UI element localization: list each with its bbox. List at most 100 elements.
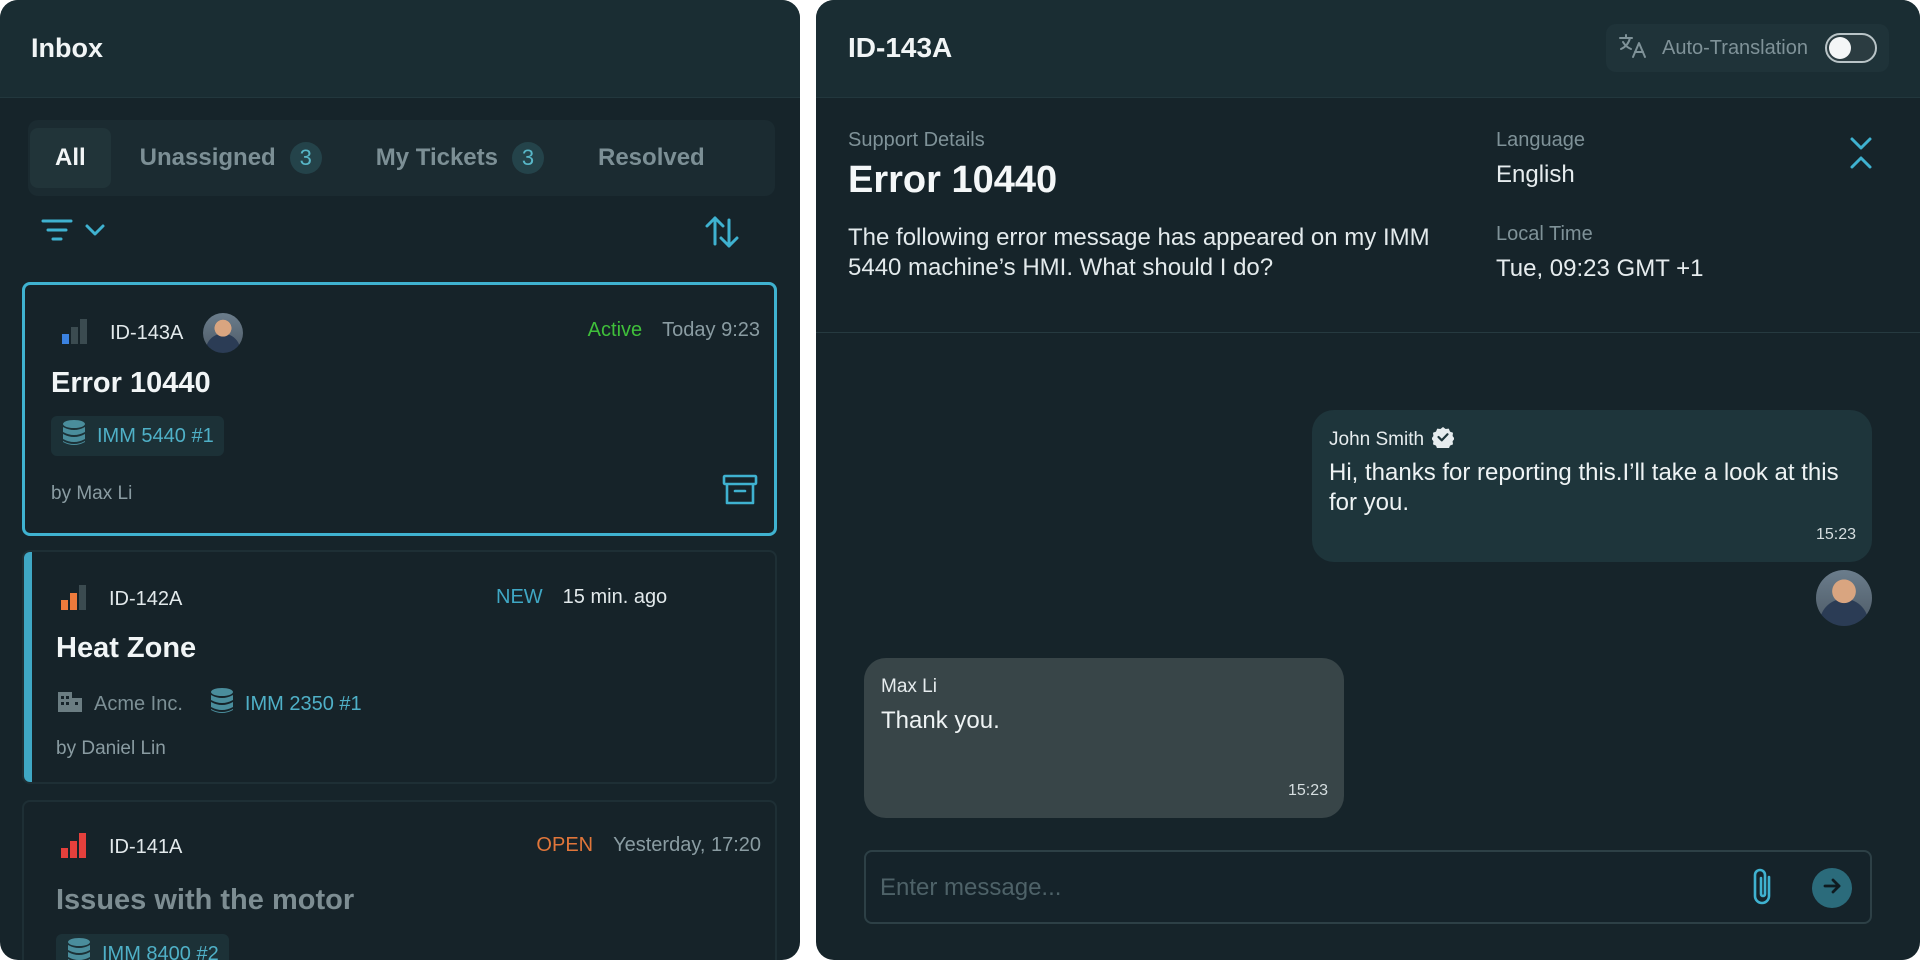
tab-all[interactable]: All — [30, 128, 111, 188]
archive-button[interactable] — [722, 473, 758, 512]
status-badge: NEW — [496, 586, 543, 608]
ticket-id: ID-143A — [110, 321, 184, 344]
ticket-meta: Active Today 9:23 — [588, 319, 760, 342]
attach-button[interactable] — [1748, 866, 1778, 913]
tab-resolved[interactable]: Resolved — [573, 128, 730, 188]
inbox-header: Inbox — [0, 0, 800, 98]
support-details-label: Support Details — [848, 129, 985, 151]
support-details: Support Details Error 10440 The followin… — [816, 99, 1920, 333]
ticket-tags: Acme Inc. IMM 2350 #1 — [56, 684, 362, 724]
ticket-author: by Daniel Lin — [56, 738, 166, 759]
priority-medium-icon — [59, 582, 89, 617]
database-icon — [61, 419, 87, 453]
ticket-card[interactable]: ID-141A OPEN Yesterday, 17:20 Issues wit… — [22, 800, 777, 960]
local-time-label: Local Time — [1496, 223, 1593, 245]
translate-icon — [1618, 33, 1648, 64]
support-details-title: Error 10440 — [848, 159, 1058, 201]
my-tickets-count-badge: 3 — [512, 142, 544, 174]
ticket-header: ID-143A — [60, 313, 244, 353]
ticket-tags: IMM 8400 #2 — [56, 934, 229, 960]
filter-button[interactable] — [40, 212, 106, 252]
message-text: Hi, thanks for reporting this.I’ll take … — [1329, 459, 1839, 516]
sort-arrows-icon — [702, 216, 742, 256]
auto-translation-control: Auto-Translation — [1606, 24, 1889, 72]
chevron-down-icon — [84, 223, 106, 242]
collapse-details-button[interactable] — [1848, 135, 1874, 176]
machine-tag[interactable]: IMM 5440 #1 — [51, 416, 224, 456]
collapse-chevrons-icon — [1848, 137, 1874, 175]
paperclip-icon — [1748, 868, 1778, 912]
sender-name: Max Li — [881, 676, 937, 697]
tab-resolved-label: Resolved — [598, 144, 705, 171]
machine-label: IMM 5440 #1 — [97, 424, 214, 447]
inbox-panel: Inbox All Unassigned 3 My Tickets 3 Reso… — [0, 0, 800, 960]
machine-label: IMM 8400 #2 — [102, 942, 219, 960]
ticket-card[interactable]: ID-143A Active Today 9:23 Error 10440 IM… — [22, 282, 777, 536]
sender-name: John Smith — [1329, 429, 1425, 450]
tab-my-tickets[interactable]: My Tickets 3 — [351, 128, 569, 188]
toggle-knob — [1829, 37, 1851, 59]
tab-my-tickets-label: My Tickets — [375, 144, 498, 171]
ticket-card[interactable]: ID-142A NEW 15 min. ago Heat Zone Acme I… — [22, 550, 777, 784]
message-outgoing: John Smith Hi, thanks for reporting this… — [1312, 410, 1872, 562]
ticket-header: ID-142A — [59, 582, 182, 617]
message-composer — [864, 850, 1872, 924]
ticket-tags: IMM 5440 #1 — [51, 416, 224, 456]
company-label: Acme Inc. — [94, 692, 183, 715]
ticket-time: 15 min. ago — [562, 586, 668, 608]
language-value: English — [1496, 161, 1575, 188]
machine-label: IMM 2350 #1 — [244, 692, 362, 715]
priority-low-icon — [60, 316, 90, 351]
chat-header: ID-143A Auto-Translation — [816, 0, 1920, 98]
priority-high-icon — [59, 830, 89, 865]
ticket-id: ID-142A — [109, 588, 183, 610]
auto-translation-toggle[interactable] — [1825, 33, 1877, 63]
ticket-header: ID-141A — [59, 830, 182, 865]
send-button[interactable] — [1812, 868, 1852, 908]
ticket-author: by Max Li — [51, 483, 133, 504]
support-details-description: The following error message has appeared… — [848, 224, 1430, 281]
message-time: 15:23 — [1287, 782, 1328, 799]
inbox-tabs: All Unassigned 3 My Tickets 3 Resolved — [28, 120, 775, 196]
message-text: Thank you. — [881, 707, 1000, 734]
agent-avatar — [1816, 570, 1872, 626]
ticket-time: Today 9:23 — [662, 319, 760, 341]
message-time: 15:23 — [1815, 526, 1856, 543]
sort-button[interactable] — [702, 212, 742, 257]
archive-icon — [722, 473, 758, 512]
unread-indicator — [24, 552, 32, 782]
status-badge: OPEN — [536, 834, 594, 856]
verified-icon — [1431, 426, 1455, 454]
arrow-right-icon — [1821, 875, 1843, 902]
message-sender: Max Li — [881, 676, 937, 698]
assignee-avatar — [203, 313, 244, 353]
chat-panel: ID-143A Auto-Translation Support Details… — [816, 0, 1920, 960]
ticket-title: Issues with the motor — [56, 884, 355, 916]
tab-unassigned[interactable]: Unassigned 3 — [115, 128, 347, 188]
ticket-id: ID-141A — [109, 836, 183, 858]
inbox-title: Inbox — [31, 33, 103, 63]
building-icon — [56, 688, 84, 720]
ticket-meta: NEW 15 min. ago — [496, 586, 667, 609]
machine-tag[interactable]: IMM 8400 #2 — [56, 934, 229, 960]
filter-icon — [40, 215, 74, 250]
database-icon — [66, 937, 92, 960]
machine-tag[interactable]: IMM 2350 #1 — [209, 684, 362, 724]
company-tag[interactable]: Acme Inc. — [56, 684, 183, 724]
ticket-title: Heat Zone — [56, 632, 197, 664]
message-incoming: Max Li Thank you. 15:23 — [864, 658, 1344, 818]
ticket-meta: OPEN Yesterday, 17:20 — [536, 834, 761, 857]
local-time-value: Tue, 09:23 GMT +1 — [1496, 255, 1704, 282]
language-label: Language — [1496, 129, 1585, 151]
message-sender: John Smith — [1329, 426, 1455, 454]
ticket-time: Yesterday, 17:20 — [613, 834, 761, 856]
message-input[interactable] — [880, 868, 1740, 908]
chat-ticket-id: ID-143A — [848, 32, 953, 63]
tab-unassigned-label: Unassigned — [139, 144, 276, 171]
ticket-title: Error 10440 — [51, 367, 211, 399]
tab-all-label: All — [55, 144, 86, 171]
database-icon — [209, 687, 235, 721]
auto-translation-label: Auto-Translation — [1662, 36, 1808, 59]
status-badge: Active — [587, 319, 643, 341]
unassigned-count-badge: 3 — [289, 142, 322, 174]
